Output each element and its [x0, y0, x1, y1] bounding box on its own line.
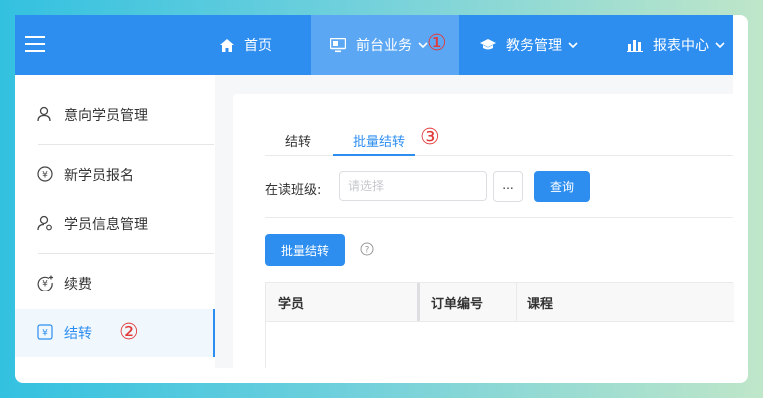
user-icon — [37, 106, 51, 122]
annotation-marker-2: ② — [119, 320, 139, 345]
sidebar-item-new-enrollment[interactable]: ¥ 新学员报名 — [15, 151, 215, 199]
nav-item-academic[interactable]: 教务管理 — [480, 15, 578, 75]
yen-square-icon: ¥ — [37, 324, 53, 340]
sidebar-item-carryover[interactable]: ¥ 结转 ② — [15, 309, 215, 357]
sidebar-item-label: 学员信息管理 — [64, 217, 148, 233]
column-header-course[interactable]: 课程 — [527, 283, 553, 321]
annotation-marker-3: ③ — [420, 125, 440, 150]
nav-item-home[interactable]: 首页 — [220, 15, 272, 75]
class-filter-label: 在读班级: — [265, 183, 322, 198]
batch-carryover-button[interactable]: 批量结转 — [265, 234, 345, 266]
svg-text:¥: ¥ — [42, 171, 48, 181]
sidebar-item-student-info[interactable]: 学员信息管理 — [15, 200, 215, 248]
column-resize-handle[interactable] — [417, 283, 420, 321]
tab-batch-carryover[interactable]: 批量结转 — [353, 131, 405, 150]
browse-class-button[interactable]: ... — [493, 171, 523, 202]
svg-text:?: ? — [365, 246, 370, 256]
sidebar-item-label: 意向学员管理 — [64, 108, 148, 124]
sidebar-item-label: 新学员报名 — [64, 168, 134, 184]
question-circle-icon[interactable]: ? — [360, 242, 374, 256]
sidebar-item-label: 续费 — [64, 277, 92, 293]
graduation-cap-icon — [480, 39, 496, 50]
top-navbar: 首页 前台业务 ① 教务管理 报表中心 — [15, 15, 733, 75]
divider — [265, 217, 733, 218]
svg-text:¥: ¥ — [42, 329, 48, 339]
nav-item-label: 前台业务 — [356, 38, 412, 54]
monitor-icon — [330, 37, 346, 52]
tab-carryover[interactable]: 结转 — [285, 131, 311, 150]
yen-plus-icon: ¥ — [37, 275, 53, 291]
nav-item-label: 首页 — [244, 38, 272, 54]
table-header: 学员 订单编号 课程 — [266, 283, 734, 322]
bar-chart-icon — [627, 40, 643, 52]
chevron-down-icon — [715, 42, 725, 48]
sidebar-item-label: 结转 — [64, 326, 92, 342]
column-header-student[interactable]: 学员 — [278, 283, 304, 321]
active-tab-indicator — [333, 154, 415, 156]
nav-item-label: 教务管理 — [506, 38, 562, 54]
query-button[interactable]: 查询 — [534, 171, 590, 202]
sidebar-item-renewal[interactable]: ¥ 续费 — [15, 260, 215, 308]
nav-item-label: 报表中心 — [653, 38, 709, 54]
user-settings-icon — [37, 215, 52, 231]
nav-item-reports[interactable]: 报表中心 — [627, 15, 725, 75]
divider — [38, 144, 214, 145]
column-header-order-number[interactable]: 订单编号 — [431, 283, 483, 321]
column-divider — [516, 283, 517, 321]
hamburger-menu-icon[interactable] — [25, 36, 45, 52]
yen-circle-icon: ¥ — [37, 166, 53, 182]
divider — [38, 253, 214, 254]
class-select-input[interactable] — [339, 171, 487, 201]
home-icon — [220, 38, 234, 52]
svg-text:¥: ¥ — [42, 280, 48, 290]
sidebar-item-prospects[interactable]: 意向学员管理 — [15, 91, 215, 139]
data-table: 学员 订单编号 课程 — [265, 282, 734, 368]
annotation-marker-1: ① — [427, 31, 447, 56]
sidebar: 意向学员管理 ¥ 新学员报名 学员信息管理 ¥ 续费 ¥ 结转 ② — [15, 75, 215, 368]
chevron-down-icon — [568, 42, 578, 48]
